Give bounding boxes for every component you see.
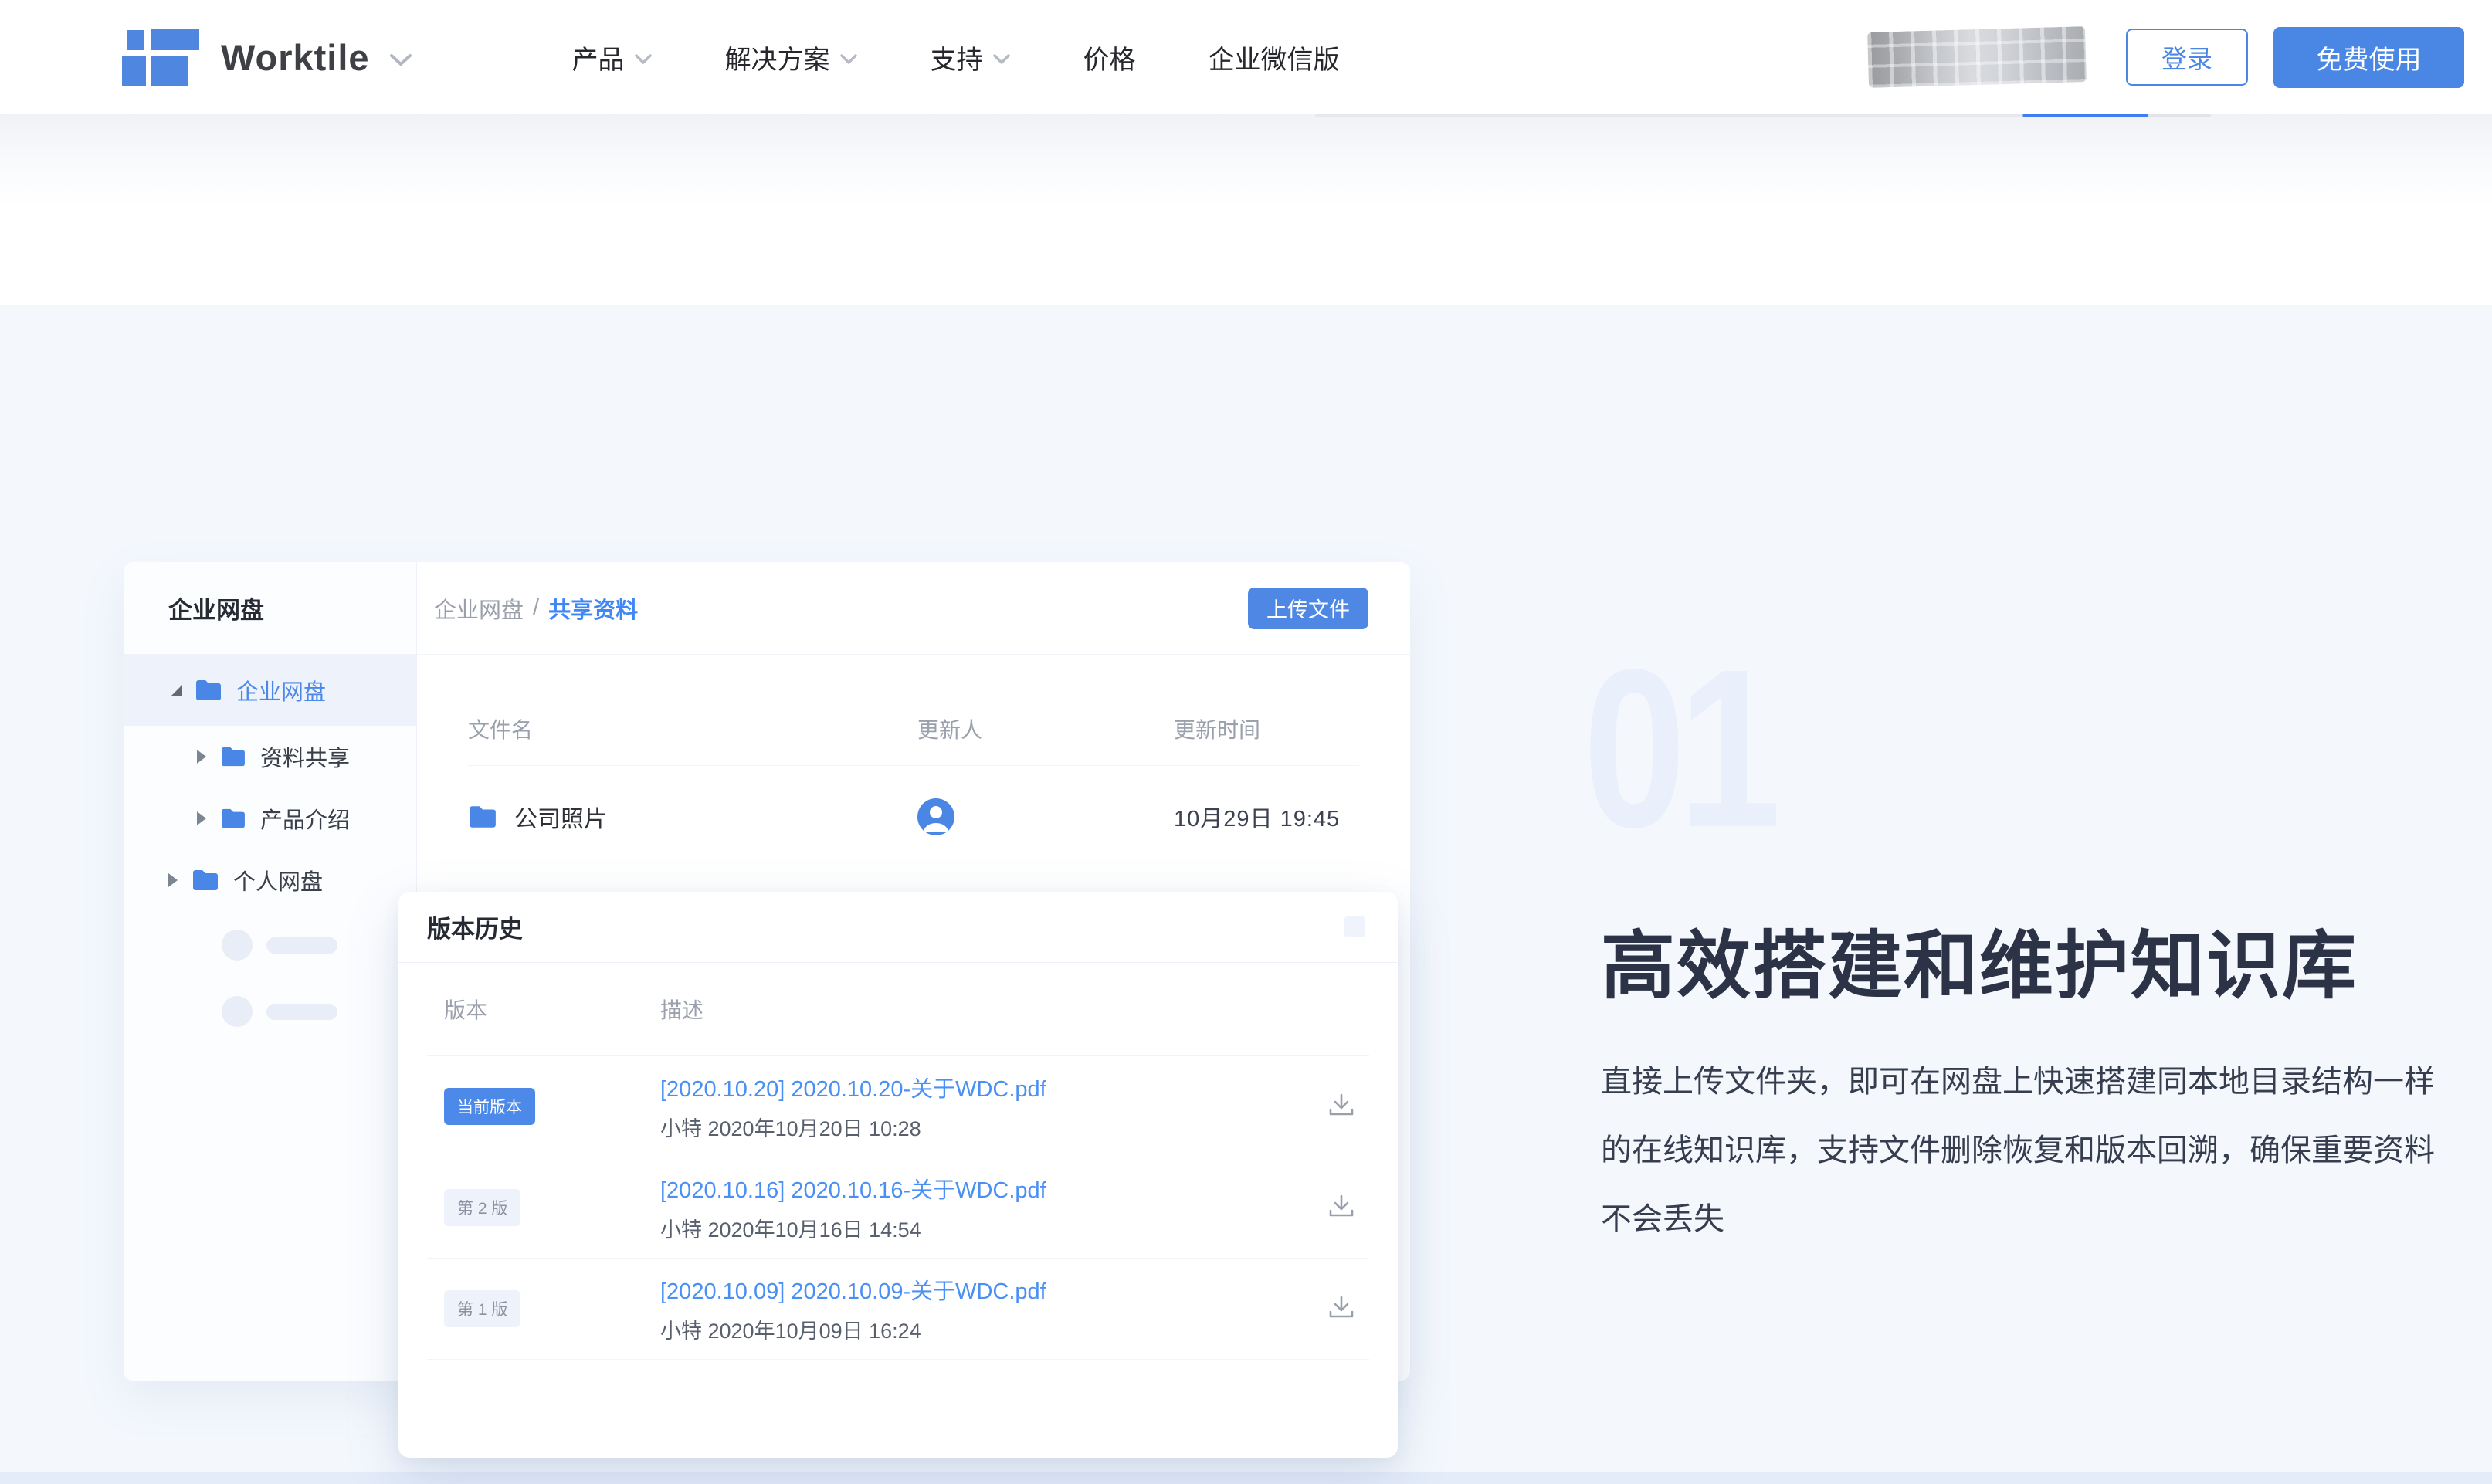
download-button[interactable] [1324, 1291, 1359, 1326]
worktile-logo-icon [122, 29, 199, 86]
version-row: 当前版本 [2020.10.20] 2020.10.20-关于WDC.pdf 小… [398, 1056, 1398, 1157]
version-file-link[interactable]: [2020.10.20] 2020.10.20-关于WDC.pdf [660, 1071, 1324, 1103]
nav-item-support[interactable]: 支持 [931, 39, 1011, 76]
version-row: 第 1 版 [2020.10.09] 2020.10.09-关于WDC.pdf … [398, 1259, 1398, 1359]
tree-item-label: 个人网盘 [233, 864, 323, 896]
version-modal-title: 版本历史 [427, 910, 523, 944]
column-header-filename: 文件名 [468, 713, 917, 744]
feature-title: 高效搭建和维护知识库 [1601, 906, 2358, 1013]
file-updated-time: 10月29日 19:45 [1174, 807, 1340, 832]
breadcrumb-current: 共享资料 [548, 592, 638, 625]
page: Worktile 产品 解决方案 支持 价格 企业微信版 [0, 0, 2492, 1484]
file-row[interactable]: 公司照片 10月29日 19:45 [468, 766, 1359, 868]
feature-description: 直接上传文件夹，即可在网盘上快速搭建同本地目录结构一样的在线知识库，支持文件删除… [1601, 1048, 2458, 1255]
version-table-header: 版本 描述 [398, 963, 1398, 1055]
chevron-down-icon [992, 53, 1011, 65]
skeleton-row [222, 930, 416, 961]
folder-icon [220, 808, 246, 829]
caret-right-icon [168, 873, 178, 887]
logo-chevron-down-icon [388, 53, 413, 68]
section-bottom-strip [0, 1472, 2492, 1484]
version-modal-header: 版本历史 [398, 892, 1398, 963]
nav-right: 登录 免费使用 [1868, 27, 2464, 88]
close-button[interactable] [1344, 916, 1365, 937]
hero-bottom-fade [0, 114, 2492, 207]
upload-file-button[interactable]: 上传文件 [1248, 588, 1368, 629]
file-name: 公司照片 [514, 800, 607, 834]
version-file-link[interactable]: [2020.10.16] 2020.10.16-关于WDC.pdf [660, 1172, 1324, 1204]
version-meta: 小特 2020年10月20日 10:28 [660, 1112, 1324, 1142]
column-header-description: 描述 [660, 994, 704, 1025]
divider [427, 1359, 1369, 1360]
caret-right-icon [197, 750, 206, 764]
download-button[interactable] [1324, 1190, 1359, 1225]
login-button[interactable]: 登录 [2126, 29, 2248, 86]
folder-icon [195, 679, 222, 702]
top-nav-bar: Worktile 产品 解决方案 支持 价格 企业微信版 [0, 0, 2492, 114]
feature-section: 01 高效搭建和维护知识库 直接上传文件夹，即可在网盘上快速搭建同本地目录结构一… [0, 305, 2492, 1484]
caret-expanded-icon [171, 685, 182, 696]
breadcrumb: 企业网盘 / 共享资料 [434, 592, 638, 625]
skeleton-avatar [222, 996, 253, 1027]
download-button[interactable] [1324, 1089, 1359, 1124]
updater-avatar [917, 798, 954, 835]
tree-item-personal-drive[interactable]: 个人网盘 [124, 849, 416, 911]
phone-number-redacted [1867, 26, 2087, 88]
nav-item-products[interactable]: 产品 [572, 39, 653, 76]
breadcrumb-separator: / [533, 595, 539, 621]
nav-item-label: 产品 [572, 39, 625, 76]
version-file-link[interactable]: [2020.10.09] 2020.10.09-关于WDC.pdf [660, 1273, 1324, 1306]
nav-links: 产品 解决方案 支持 价格 企业微信版 [572, 39, 1340, 76]
chevron-down-icon [839, 53, 858, 65]
tree-item-enterprise-drive[interactable]: 企业网盘 [124, 655, 416, 726]
version-badge: 第 2 版 [444, 1189, 520, 1226]
version-badge-current: 当前版本 [444, 1088, 535, 1125]
column-header-version: 版本 [444, 994, 660, 1025]
nav-item-wecom-edition[interactable]: 企业微信版 [1209, 39, 1340, 76]
caret-right-icon [197, 811, 206, 825]
nav-item-pricing[interactable]: 价格 [1083, 39, 1136, 76]
skeleton-line [266, 937, 337, 954]
folder-icon [220, 746, 246, 767]
version-meta: 小特 2020年10月16日 14:54 [660, 1213, 1324, 1243]
skeleton-line [266, 1004, 337, 1020]
version-history-modal: 版本历史 版本 描述 当前版本 [2020.10.20] 2020.10.20-… [398, 892, 1398, 1458]
tree-item-shared-docs[interactable]: 资料共享 [124, 726, 416, 788]
nav-item-label: 支持 [931, 39, 983, 76]
drive-main-header: 企业网盘 / 共享资料 上传文件 [417, 562, 1410, 655]
file-table-header: 文件名 更新人 更新时间 [468, 692, 1359, 766]
skeleton-avatar [222, 930, 253, 961]
column-header-updated-time: 更新时间 [1174, 713, 1359, 744]
file-table: 文件名 更新人 更新时间 公司照片 [417, 655, 1410, 868]
logo-text: Worktile [221, 36, 370, 79]
column-header-updater: 更新人 [917, 713, 1174, 744]
nav-item-label: 企业微信版 [1209, 39, 1340, 76]
nav-item-label: 解决方案 [725, 39, 830, 76]
folder-icon [192, 869, 219, 892]
version-badge: 第 1 版 [444, 1290, 520, 1327]
chevron-down-icon [634, 53, 653, 65]
worktile-logo[interactable]: Worktile [122, 29, 413, 86]
feature-index-watermark: 01 [1583, 635, 1774, 861]
nav-item-solutions[interactable]: 解决方案 [725, 39, 858, 76]
skeleton-row [222, 996, 416, 1027]
tree-item-product-intro[interactable]: 产品介绍 [124, 788, 416, 849]
signup-button[interactable]: 免费使用 [2273, 27, 2464, 88]
folder-icon [468, 805, 497, 829]
nav-item-label: 价格 [1083, 39, 1136, 76]
version-meta: 小特 2020年10月09日 16:24 [660, 1314, 1324, 1344]
breadcrumb-root[interactable]: 企业网盘 [434, 592, 524, 625]
drive-sidebar-title: 企业网盘 [124, 562, 416, 655]
tree-item-label: 企业网盘 [236, 674, 326, 706]
tree-item-label: 资料共享 [260, 740, 350, 773]
drive-sidebar: 企业网盘 企业网盘 资料共享 [124, 562, 417, 1381]
version-row: 第 2 版 [2020.10.16] 2020.10.16-关于WDC.pdf … [398, 1157, 1398, 1258]
tree-item-label: 产品介绍 [260, 802, 350, 835]
